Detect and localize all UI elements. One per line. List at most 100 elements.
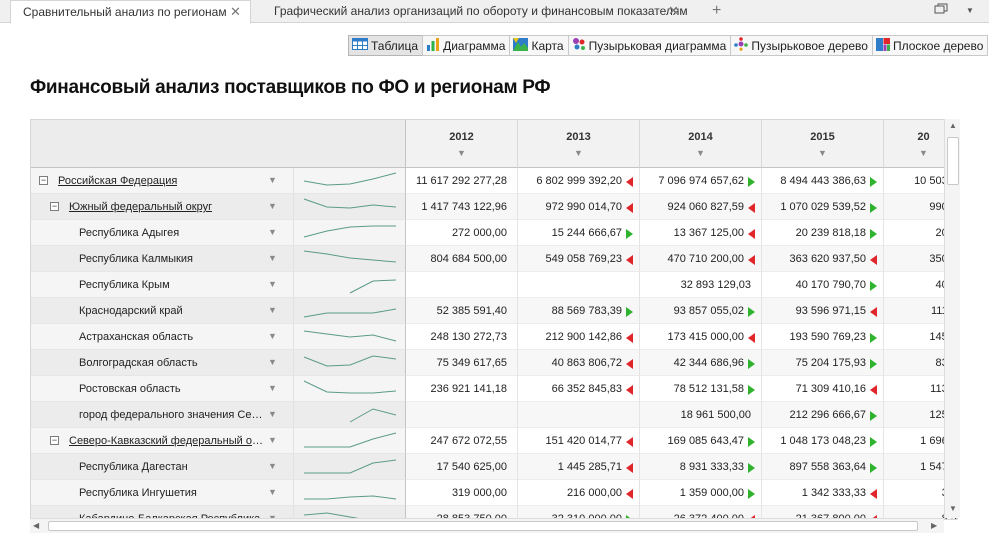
- filter-icon[interactable]: ▼: [268, 461, 277, 471]
- value-cell[interactable]: 78 512 131,58: [640, 376, 762, 402]
- add-tab-icon[interactable]: +: [712, 0, 721, 22]
- value-cell[interactable]: 1 445 285,71: [518, 454, 640, 480]
- filter-icon[interactable]: ▼: [268, 331, 277, 341]
- value-cell[interactable]: 8 494 443 386,63: [762, 168, 884, 194]
- value-cell[interactable]: 193 590 769,23: [762, 324, 884, 350]
- table-row[interactable]: Республика Калмыкия ▼ 804 684 500,00 549 05…: [31, 246, 957, 272]
- scroll-down-icon[interactable]: ▼: [949, 504, 957, 513]
- value-cell[interactable]: 88 569 783,39: [518, 298, 640, 324]
- value-cell[interactable]: 804 684 500,00: [406, 246, 518, 272]
- value-cell[interactable]: 93 596 971,15: [762, 298, 884, 324]
- value-cell[interactable]: 15 244 666,67: [518, 220, 640, 246]
- value-cell[interactable]: 75 204 175,93: [762, 350, 884, 376]
- filter-icon[interactable]: ▼: [268, 357, 277, 367]
- view-flat-tree-button[interactable]: Плоское дерево: [871, 35, 989, 56]
- value-cell[interactable]: 1 417 743 122,96: [406, 194, 518, 220]
- value-cell[interactable]: 11 617 292 277,28: [406, 168, 518, 194]
- filter-icon[interactable]: ▼: [268, 383, 277, 393]
- filter-icon[interactable]: ▼: [268, 201, 277, 211]
- table-row[interactable]: Краснодарский край ▼ 52 385 591,40 88 569 7…: [31, 298, 957, 324]
- filter-icon[interactable]: ▼: [762, 148, 883, 158]
- horizontal-scrollbar[interactable]: ◀ ▶: [30, 518, 944, 533]
- filter-icon[interactable]: ▼: [640, 148, 761, 158]
- collapse-toggle-icon[interactable]: −: [50, 436, 59, 445]
- value-cell[interactable]: 272 000,00: [406, 220, 518, 246]
- value-cell[interactable]: 13 367 125,00: [640, 220, 762, 246]
- filter-icon[interactable]: ▼: [268, 253, 277, 263]
- value-cell[interactable]: [518, 402, 640, 428]
- value-cell[interactable]: 66 352 845,83: [518, 376, 640, 402]
- value-cell[interactable]: 247 672 072,55: [406, 428, 518, 454]
- column-header-2015[interactable]: 2015 ▼: [762, 120, 884, 168]
- filter-icon[interactable]: ▼: [518, 148, 639, 158]
- value-cell[interactable]: [406, 272, 518, 298]
- collapse-toggle-icon[interactable]: −: [50, 202, 59, 211]
- chevron-down-icon[interactable]: ▼: [966, 6, 974, 15]
- value-cell[interactable]: 40 863 806,72: [518, 350, 640, 376]
- value-cell[interactable]: 169 085 643,47: [640, 428, 762, 454]
- view-chart-button[interactable]: Диаграмма: [422, 35, 511, 56]
- collapse-toggle-icon[interactable]: −: [39, 176, 48, 185]
- row-label[interactable]: Южный федеральный округ: [69, 194, 212, 220]
- value-cell[interactable]: 212 296 666,67: [762, 402, 884, 428]
- table-row[interactable]: − Южный федеральный округ ▼ 1 417 743 122,9…: [31, 194, 957, 220]
- value-cell[interactable]: 71 309 410,16: [762, 376, 884, 402]
- value-cell[interactable]: 42 344 686,96: [640, 350, 762, 376]
- scroll-thumb[interactable]: [48, 521, 918, 531]
- filter-icon[interactable]: ▼: [268, 435, 277, 445]
- table-row[interactable]: Ростовская область ▼ 236 921 141,18 66 352 …: [31, 376, 957, 402]
- table-row[interactable]: Республика Дагестан ▼ 17 540 625,00 1 445 2…: [31, 454, 957, 480]
- value-cell[interactable]: 972 990 014,70: [518, 194, 640, 220]
- value-cell[interactable]: 212 900 142,86: [518, 324, 640, 350]
- value-cell[interactable]: 20 239 818,18: [762, 220, 884, 246]
- value-cell[interactable]: 1 359 000,00: [640, 480, 762, 506]
- value-cell[interactable]: 319 000,00: [406, 480, 518, 506]
- filter-icon[interactable]: ▼: [268, 305, 277, 315]
- table-row[interactable]: Астраханская область ▼ 248 130 272,73 212 9…: [31, 324, 957, 350]
- table-row[interactable]: − Российская Федерация ▼ 11 617 292 277,28 6…: [31, 168, 957, 194]
- value-cell[interactable]: 1 048 173 048,23: [762, 428, 884, 454]
- value-cell[interactable]: 897 558 363,64: [762, 454, 884, 480]
- value-cell[interactable]: 75 349 617,65: [406, 350, 518, 376]
- column-header-2013[interactable]: 2013 ▼: [518, 120, 640, 168]
- filter-icon[interactable]: ▼: [268, 279, 277, 289]
- value-cell[interactable]: 924 060 827,59: [640, 194, 762, 220]
- restore-window-icon[interactable]: [934, 3, 948, 18]
- value-cell[interactable]: [518, 272, 640, 298]
- scroll-left-icon[interactable]: ◀: [33, 521, 39, 530]
- scroll-right-icon[interactable]: ▶: [931, 521, 937, 530]
- value-cell[interactable]: 173 415 000,00: [640, 324, 762, 350]
- value-cell[interactable]: 6 802 999 392,20: [518, 168, 640, 194]
- value-cell[interactable]: 18 961 500,00: [640, 402, 762, 428]
- vertical-scrollbar[interactable]: ▲ ▼: [944, 119, 960, 518]
- row-label[interactable]: Российская Федерация: [58, 168, 177, 194]
- view-bubble-tree-button[interactable]: Пузырьковое дерево: [730, 35, 873, 56]
- value-cell[interactable]: 40 170 790,70: [762, 272, 884, 298]
- value-cell[interactable]: [406, 402, 518, 428]
- filter-icon[interactable]: ▼: [268, 227, 277, 237]
- value-cell[interactable]: 248 130 272,73: [406, 324, 518, 350]
- view-bubble-chart-button[interactable]: Пузырьковая диаграмма: [567, 35, 732, 56]
- filter-icon[interactable]: ▼: [268, 487, 277, 497]
- value-cell[interactable]: 236 921 141,18: [406, 376, 518, 402]
- tab-graphic-analysis[interactable]: Графический анализ организаций по оборот…: [262, 0, 692, 23]
- column-header-2014[interactable]: 2014 ▼: [640, 120, 762, 168]
- value-cell[interactable]: 549 058 769,23: [518, 246, 640, 272]
- value-cell[interactable]: 52 385 591,40: [406, 298, 518, 324]
- scroll-up-icon[interactable]: ▲: [949, 121, 957, 130]
- value-cell[interactable]: 1 070 029 539,52: [762, 194, 884, 220]
- tab-regional-analysis[interactable]: Сравнительный анализ по регионам ✕: [10, 0, 251, 24]
- filter-icon[interactable]: ▼: [406, 148, 517, 158]
- table-row[interactable]: Республика Крым ▼ 32 893 129,03 40 170 790,…: [31, 272, 957, 298]
- value-cell[interactable]: 17 540 625,00: [406, 454, 518, 480]
- close-icon[interactable]: ✕: [230, 1, 241, 23]
- value-cell[interactable]: 93 857 055,02: [640, 298, 762, 324]
- table-row[interactable]: Республика Ингушетия ▼ 319 000,00 216 000,0…: [31, 480, 957, 506]
- filter-icon[interactable]: ▼: [268, 175, 277, 185]
- row-label[interactable]: Северо-Кавказский федеральный округ: [69, 428, 263, 454]
- value-cell[interactable]: 216 000,00: [518, 480, 640, 506]
- table-row[interactable]: Волгоградская область ▼ 75 349 617,65 40 86…: [31, 350, 957, 376]
- value-cell[interactable]: 363 620 937,50: [762, 246, 884, 272]
- table-row[interactable]: город федерального значения Севастополь ▼…: [31, 402, 957, 428]
- column-header-2012[interactable]: 2012 ▼: [406, 120, 518, 168]
